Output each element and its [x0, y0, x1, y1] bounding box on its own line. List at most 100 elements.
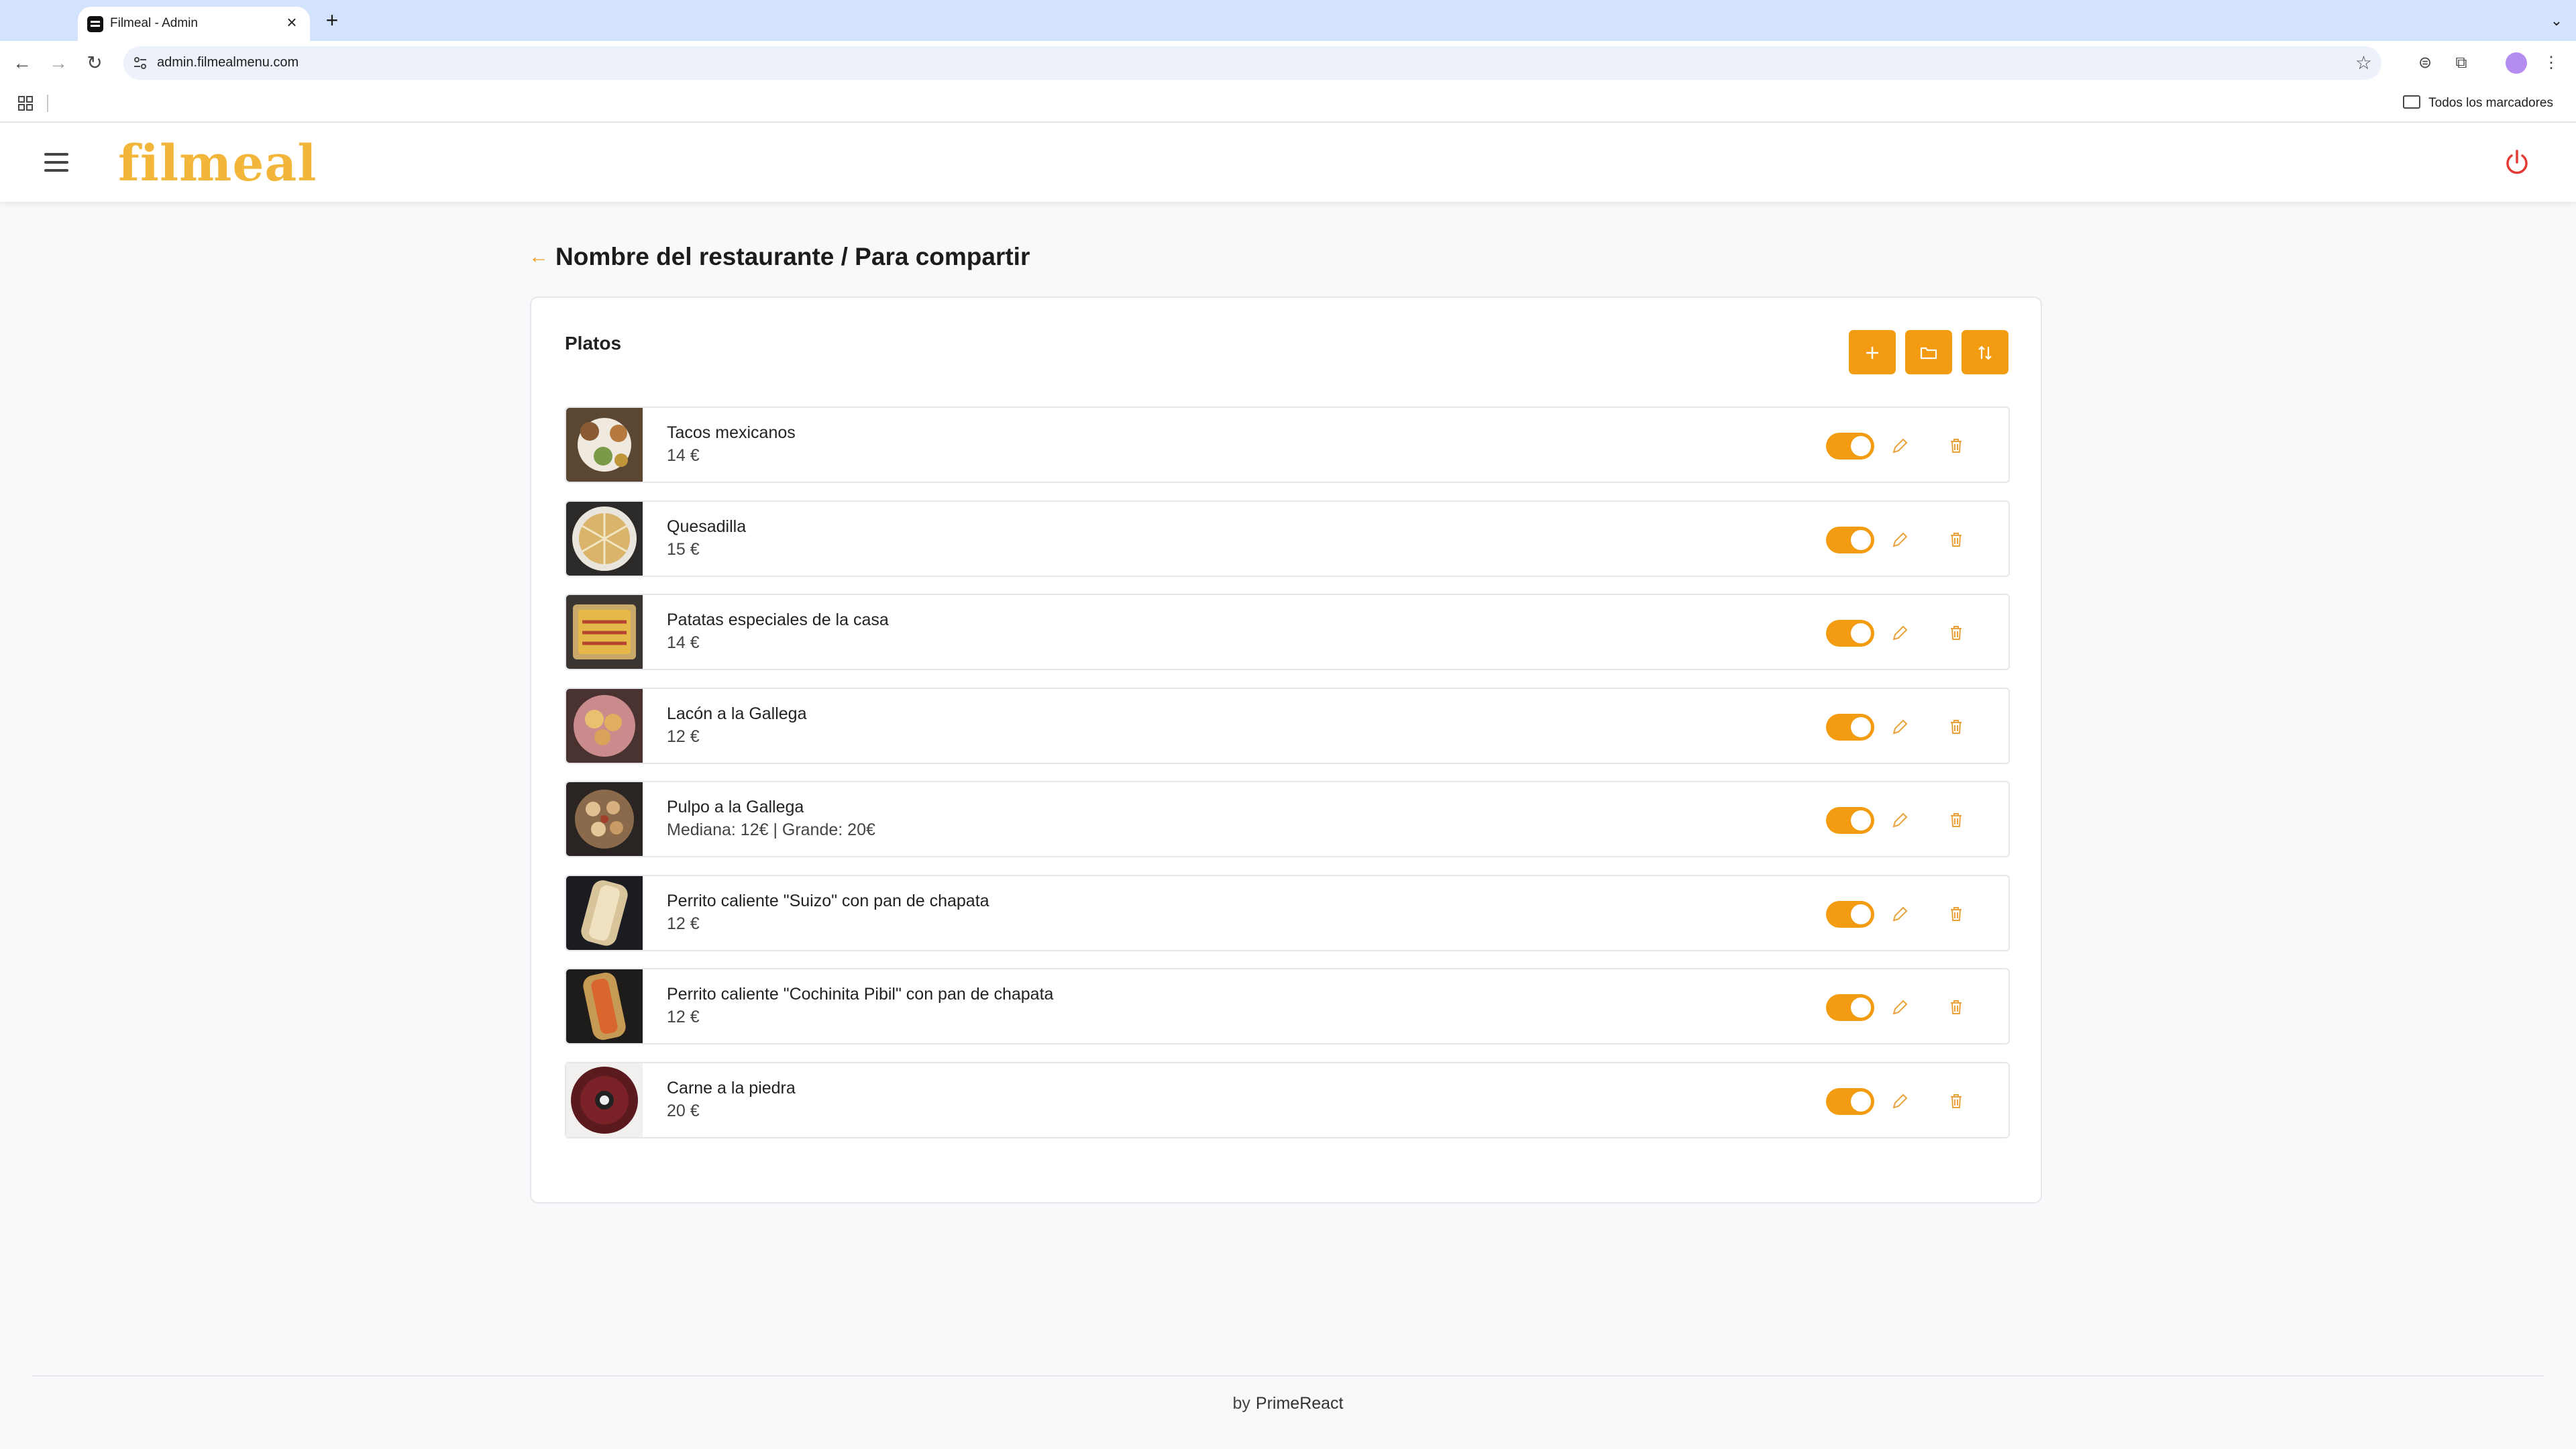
extensions-puzzle-icon[interactable]: ⧉: [2450, 52, 2473, 74]
favicon-icon: [87, 16, 103, 32]
pencil-icon[interactable]: [1886, 620, 1913, 647]
logo[interactable]: filmeal: [118, 135, 317, 193]
close-tab-icon[interactable]: ×: [282, 12, 302, 32]
dish-image: [566, 875, 643, 950]
plus-icon: [1866, 347, 1878, 360]
url-text: admin.filmealmenu.com: [157, 55, 299, 70]
section-title: Platos: [565, 333, 622, 354]
pencil-icon[interactable]: [1886, 807, 1913, 834]
trash-icon[interactable]: [1943, 1088, 1970, 1115]
extension-icon[interactable]: ⊜: [2414, 52, 2436, 74]
pencil-icon[interactable]: [1886, 433, 1913, 460]
dish-row: Tacos mexicanos 14 €: [565, 407, 2010, 483]
bookmarks-divider: [47, 95, 48, 112]
dish-row: Carne a la piedra 20 €: [565, 1061, 2010, 1138]
sort-button[interactable]: [1962, 330, 2008, 374]
dishes-list: Tacos mexicanos 14 € Quesadilla 15 € Pat…: [565, 407, 2010, 1155]
footer-by: by: [1232, 1394, 1250, 1413]
dish-name: Tacos mexicanos: [667, 423, 796, 442]
dish-image: [566, 501, 643, 576]
dish-price: 14 €: [667, 446, 700, 465]
all-bookmarks-button[interactable]: Todos los marcadores: [2403, 95, 2553, 111]
card-actions: [1839, 330, 2008, 374]
all-bookmarks-label: Todos los marcadores: [2428, 96, 2553, 110]
dish-name: Quesadilla: [667, 517, 747, 536]
open-folder-button[interactable]: [1905, 330, 1952, 374]
dish-price: 12 €: [667, 1008, 700, 1026]
browser-toolbar: ← → ↻ admin.filmealmenu.com ☆ ⊜ ⧉ ⋮: [0, 41, 2576, 85]
folder-open-icon: [1920, 347, 1937, 360]
dish-image: [566, 969, 643, 1043]
trash-icon[interactable]: [1943, 433, 1970, 460]
add-dish-button[interactable]: [1849, 330, 1896, 374]
dish-name: Patatas especiales de la casa: [667, 610, 889, 629]
availability-toggle[interactable]: [1826, 900, 1874, 928]
bookmarks-bar: Todos los marcadores: [0, 85, 2576, 123]
dish-price: 15 €: [667, 539, 700, 559]
tab-search-icon[interactable]: ⌄: [2545, 9, 2568, 32]
dish-name: Lacón a la Gallega: [667, 704, 807, 723]
pencil-icon[interactable]: [1886, 994, 1913, 1021]
trash-icon[interactable]: [1943, 807, 1970, 834]
availability-toggle[interactable]: [1826, 713, 1874, 741]
back-arrow-icon[interactable]: ←: [529, 247, 549, 267]
bookmark-star-icon[interactable]: ☆: [2355, 52, 2372, 74]
dish-price: 14 €: [667, 633, 700, 652]
trash-icon[interactable]: [1943, 527, 1970, 553]
dish-image: [566, 1063, 643, 1137]
footer-brand[interactable]: PrimeReact: [1256, 1394, 1344, 1413]
browser-menu-icon[interactable]: ⋮: [2540, 52, 2563, 74]
pencil-icon[interactable]: [1886, 527, 1913, 553]
page-title: Nombre del restaurante / Para compartir: [555, 243, 1030, 270]
site-info-icon[interactable]: [131, 54, 149, 72]
dish-price: 20 €: [667, 1101, 700, 1120]
trash-icon[interactable]: [1943, 714, 1970, 741]
availability-toggle[interactable]: [1826, 994, 1874, 1021]
app-header: filmeal: [0, 123, 2576, 202]
browser-tab[interactable]: Filmeal - Admin ×: [78, 7, 310, 41]
reload-icon[interactable]: ↻: [83, 52, 106, 74]
back-icon[interactable]: ←: [11, 52, 34, 74]
dish-row: Quesadilla 15 €: [565, 500, 2010, 577]
dish-image: [566, 688, 643, 763]
dish-image: [566, 408, 643, 482]
availability-toggle[interactable]: [1826, 620, 1874, 647]
folder-icon: [2403, 95, 2421, 109]
browser-tab-bar: Filmeal - Admin × + ⌄: [0, 0, 2576, 41]
apps-grid-icon[interactable]: [17, 95, 34, 111]
dish-row: Perrito caliente "Suizo" con pan de chap…: [565, 874, 2010, 951]
trash-icon[interactable]: [1943, 620, 1970, 647]
sort-icon: [1978, 345, 1992, 360]
dish-price: Mediana: 12€ | Grande: 20€: [667, 820, 875, 839]
availability-toggle[interactable]: [1826, 1087, 1874, 1115]
new-tab-icon[interactable]: +: [321, 9, 343, 32]
dish-row: Patatas especiales de la casa 14 €: [565, 594, 2010, 670]
dish-price: 12 €: [667, 727, 700, 746]
dish-price: 12 €: [667, 914, 700, 933]
trash-icon[interactable]: [1943, 901, 1970, 928]
availability-toggle[interactable]: [1826, 807, 1874, 834]
dish-name: Perrito caliente "Cochinita Pibil" con p…: [667, 985, 1054, 1004]
footer-divider: [32, 1375, 2544, 1377]
footer: by PrimeReact: [0, 1394, 2576, 1413]
dish-row: Pulpo a la Gallega Mediana: 12€ | Grande…: [565, 781, 2010, 857]
pencil-icon[interactable]: [1886, 901, 1913, 928]
dish-name: Carne a la piedra: [667, 1078, 796, 1097]
dish-name: Pulpo a la Gallega: [667, 798, 804, 816]
dish-row: Perrito caliente "Cochinita Pibil" con p…: [565, 968, 2010, 1044]
forward-icon[interactable]: →: [47, 52, 70, 74]
dish-name: Perrito caliente "Suizo" con pan de chap…: [667, 891, 989, 910]
address-bar[interactable]: admin.filmealmenu.com ☆: [123, 46, 2381, 80]
pencil-icon[interactable]: [1886, 1088, 1913, 1115]
menu-icon[interactable]: [44, 153, 68, 172]
availability-toggle[interactable]: [1826, 526, 1874, 553]
tab-title: Filmeal - Admin: [110, 16, 198, 30]
dish-image: [566, 595, 643, 669]
pencil-icon[interactable]: [1886, 714, 1913, 741]
availability-toggle[interactable]: [1826, 433, 1874, 460]
power-icon[interactable]: [2502, 148, 2532, 178]
trash-icon[interactable]: [1943, 994, 1970, 1021]
profile-avatar[interactable]: [2506, 52, 2527, 74]
dishes-card: Platos Tacos mexicanos 14 € Quesadilla 1…: [530, 297, 2042, 1203]
dish-row: Lacón a la Gallega 12 €: [565, 687, 2010, 764]
